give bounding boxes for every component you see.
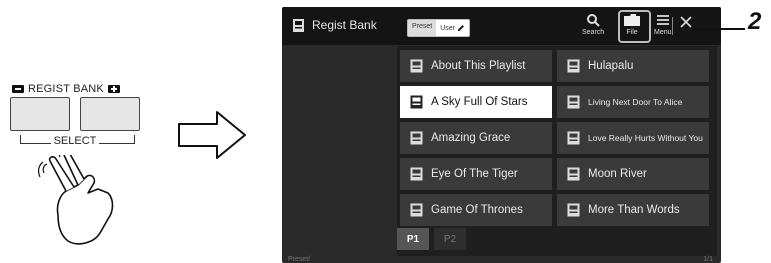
bank-list-item-label: Amazing Grace — [431, 132, 511, 144]
folder-icon — [624, 14, 640, 26]
select-label: SELECT — [50, 135, 100, 147]
screen-title: Regist Bank — [312, 18, 377, 32]
bank-list-item-label: Moon River — [588, 168, 647, 180]
bank-list-item-label: Love Really Hurts Without You — [588, 133, 703, 143]
callout-line — [695, 28, 745, 30]
search-label: Search — [582, 29, 605, 36]
bank-list-item-label: Game Of Thrones — [431, 204, 523, 216]
callout-number: 2 — [748, 8, 762, 35]
search-button[interactable]: Search — [582, 13, 604, 36]
regist-bank-minus-button[interactable] — [10, 97, 70, 131]
hand-pointer-icon — [38, 155, 114, 245]
bank-list-item-label: A Sky Full Of Stars — [431, 96, 528, 108]
tab-p1[interactable]: P1 — [397, 228, 429, 250]
regist-bank-icon — [293, 19, 304, 32]
bank-list-item[interactable]: Living Next Door To Alice — [557, 86, 709, 118]
file-button[interactable]: File — [623, 13, 641, 36]
bank-file-icon — [567, 167, 580, 181]
regist-bank-plus-button[interactable] — [80, 97, 140, 131]
bank-file-icon — [567, 59, 580, 73]
preset-user-toggle[interactable]: Preset User — [407, 19, 471, 37]
bank-list-item[interactable]: Eye Of The Tiger — [400, 158, 552, 190]
bank-list-item[interactable]: Moon River — [557, 158, 709, 190]
pencil-icon — [458, 25, 465, 31]
menu-label: Menu — [654, 29, 672, 36]
bank-file-icon — [567, 131, 580, 145]
page-indicator: 1/1 — [703, 256, 713, 263]
regist-bank-label-row: REGIST BANK — [12, 83, 144, 95]
bank-file-icon — [410, 59, 423, 73]
toolbar-separator — [672, 17, 673, 35]
bank-list-item[interactable]: Love Really Hurts Without You — [557, 122, 709, 154]
bank-list-item-label: Living Next Door To Alice — [588, 97, 683, 107]
tab-p2[interactable]: P2 — [434, 228, 466, 250]
close-icon — [680, 16, 692, 28]
bank-list-item[interactable]: Amazing Grace — [400, 122, 552, 154]
preset-toggle-option[interactable]: Preset — [408, 20, 436, 36]
bank-list-item-label: Eye Of The Tiger — [431, 168, 518, 180]
regist-bank-screen: Regist Bank Preset User Search File Menu… — [282, 7, 721, 263]
bank-file-icon — [567, 203, 580, 217]
title-bar: Regist Bank Preset User Search File Menu — [282, 7, 721, 45]
bank-list-panel: About This Playlist Hulapalu A Sky Full Of… — [397, 46, 717, 256]
bank-list-item[interactable]: Game Of Thrones — [400, 194, 552, 226]
page-tabs: P1 P2 — [397, 228, 471, 256]
arrow-right-icon — [178, 111, 246, 159]
user-toggle-option[interactable]: User — [436, 20, 470, 36]
bank-file-icon — [410, 95, 423, 109]
file-label: File — [626, 29, 638, 36]
regist-bank-label: REGIST BANK — [28, 83, 104, 95]
bank-list-item[interactable]: About This Playlist — [400, 50, 552, 82]
bank-list-item-label: About This Playlist — [431, 60, 526, 72]
close-button[interactable] — [680, 15, 692, 33]
plus-icon — [107, 85, 120, 93]
bank-file-icon — [410, 203, 423, 217]
path-text: Preset/ — [288, 256, 311, 263]
bank-list-item[interactable]: More Than Words — [557, 194, 709, 226]
bank-file-icon — [410, 131, 423, 145]
bank-list-item-label: More Than Words — [588, 204, 680, 216]
bank-file-icon — [410, 167, 423, 181]
bank-list-item[interactable]: Hulapalu — [557, 50, 709, 82]
menu-icon — [656, 15, 669, 25]
user-toggle-label: User — [440, 24, 456, 32]
bank-file-icon — [567, 95, 580, 109]
menu-button[interactable]: Menu — [654, 13, 672, 36]
bank-list-item-label: Hulapalu — [588, 60, 634, 72]
bank-list-item[interactable]: A Sky Full Of Stars — [400, 86, 552, 118]
search-icon — [587, 14, 600, 27]
minus-icon — [12, 85, 24, 93]
